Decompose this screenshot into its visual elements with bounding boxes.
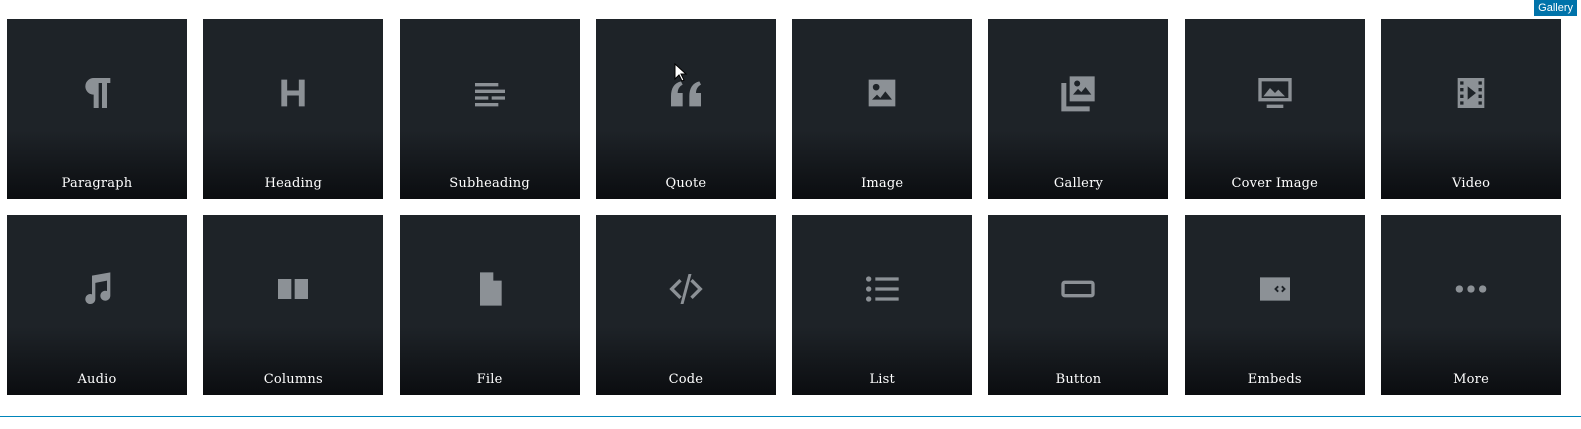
block-label: Video <box>1451 176 1491 191</box>
gallery-icon <box>1061 76 1096 112</box>
block-columns[interactable]: Columns <box>203 215 384 395</box>
button-icon <box>1061 280 1096 298</box>
block-list[interactable]: List <box>792 215 973 395</box>
block-label: Embeds <box>1247 372 1302 387</box>
block-label: Gallery <box>1053 176 1104 191</box>
block-quote[interactable]: Quote <box>595 19 776 199</box>
block-subheading[interactable]: Subheading <box>399 19 580 199</box>
block-label: File <box>476 372 503 387</box>
heading-icon <box>281 79 305 107</box>
block-label: Button <box>1055 372 1102 387</box>
block-more[interactable]: More <box>1381 215 1562 395</box>
block-cover-image[interactable]: Cover Image <box>1184 19 1365 199</box>
block-grid: Paragraph Heading Subheading Quote Image… <box>7 19 1562 395</box>
block-video[interactable]: Video <box>1381 19 1562 199</box>
paragraph-icon <box>85 78 111 108</box>
block-heading[interactable]: Heading <box>203 19 384 199</box>
list-icon <box>866 276 899 302</box>
code-icon <box>669 274 703 304</box>
block-label: Subheading <box>449 176 530 191</box>
image-icon <box>868 79 896 107</box>
block-file[interactable]: File <box>399 215 580 395</box>
embeds-icon <box>1259 277 1290 301</box>
block-label: Code <box>668 372 704 387</box>
block-paragraph[interactable]: Paragraph <box>7 19 187 199</box>
cover-image-icon <box>1258 78 1292 108</box>
block-label: Columns <box>263 372 323 387</box>
block-label: More <box>1453 372 1489 387</box>
block-label: Quote <box>665 176 707 191</box>
block-image[interactable]: Image <box>792 19 973 199</box>
more-icon <box>1455 285 1487 293</box>
block-gallery[interactable]: Gallery <box>988 19 1169 199</box>
block-label: Image <box>861 176 904 191</box>
block-label: Heading <box>264 176 322 191</box>
block-button[interactable]: Button <box>988 215 1169 395</box>
audio-icon <box>85 272 111 305</box>
tooltip-gallery: Gallery <box>1534 0 1577 16</box>
block-label: List <box>869 372 895 387</box>
block-label: Audio <box>77 372 117 387</box>
mouse-cursor-icon <box>674 63 688 82</box>
block-audio[interactable]: Audio <box>7 215 187 395</box>
subheading-icon <box>474 83 505 107</box>
file-icon <box>479 272 502 306</box>
block-embeds[interactable]: Embeds <box>1184 215 1365 395</box>
block-label: Paragraph <box>61 176 133 191</box>
video-icon <box>1457 78 1485 108</box>
columns-icon <box>278 279 309 299</box>
block-label: Cover Image <box>1231 176 1319 191</box>
divider <box>0 416 1581 417</box>
block-code[interactable]: Code <box>595 215 776 395</box>
